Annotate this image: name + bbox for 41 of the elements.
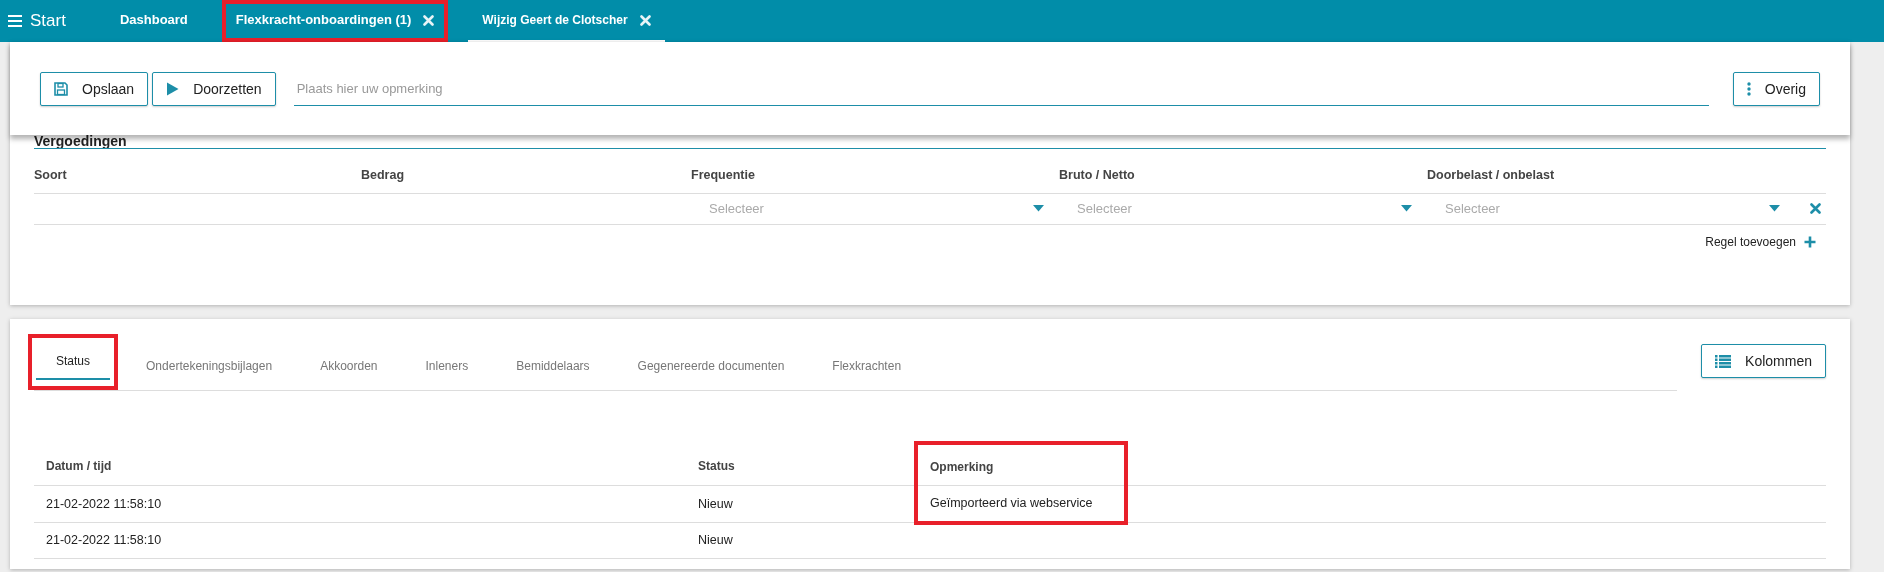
column-header: Bedrag: [361, 167, 406, 184]
play-icon: [166, 82, 180, 96]
tab[interactable]: Ondertekeningsbijlagen: [126, 344, 293, 390]
tab[interactable]: Inleners: [405, 344, 489, 390]
app-title[interactable]: Start: [30, 8, 66, 34]
list-icon: [1715, 354, 1732, 368]
tab[interactable]: Akkoorden: [300, 344, 398, 390]
table-cell: 21-02-2022 11:58:10: [34, 522, 686, 559]
table-cell: Geïmporteerd via webservice: [916, 485, 1126, 523]
toolbar-button[interactable]: Opslaan: [40, 72, 149, 106]
nav-tab[interactable]: Dashboard: [105, 0, 202, 42]
table-cell: Nieuw: [686, 485, 916, 523]
table-cell: Nieuw: [686, 522, 916, 559]
tab[interactable]: Flexkrachten: [812, 344, 922, 390]
column-header: Opmerking: [916, 443, 1126, 486]
column-header: Frequentie: [691, 167, 756, 184]
column-header: Doorbelast / onbelast: [1427, 167, 1556, 184]
tab[interactable]: Status: [36, 344, 111, 380]
column-header: Status: [686, 443, 916, 486]
more-icon: [1746, 82, 1751, 96]
caret-icon: [1769, 205, 1780, 213]
nav-tab[interactable]: Flexkracht-onboardingen (1): [221, 0, 449, 42]
section-title: Vergoedingen: [34, 135, 128, 148]
tab[interactable]: Gegenereerde documenten: [617, 344, 805, 390]
columns-button[interactable]: Kolommen: [1701, 344, 1826, 378]
toolbar-button[interactable]: Doorzetten: [152, 72, 276, 106]
add-row-button[interactable]: Regel toevoegen: [1705, 232, 1816, 251]
column-header: Soort: [34, 167, 68, 184]
close-icon[interactable]: [639, 14, 651, 26]
menu-icon[interactable]: [8, 15, 22, 27]
caret-icon: [1401, 205, 1412, 213]
column-header: Datum / tijd: [34, 443, 686, 486]
caret-icon: [1033, 205, 1044, 213]
tab[interactable]: Bemiddelaars: [496, 344, 610, 390]
column-header: Bruto / Netto: [1059, 167, 1136, 184]
save-icon: [54, 82, 68, 96]
remove-icon[interactable]: [1809, 203, 1821, 215]
more-button[interactable]: Overig: [1732, 72, 1820, 106]
close-icon[interactable]: [423, 14, 435, 26]
table-cell: 21-02-2022 11:58:10: [34, 485, 686, 523]
plus-icon: [1804, 235, 1816, 248]
